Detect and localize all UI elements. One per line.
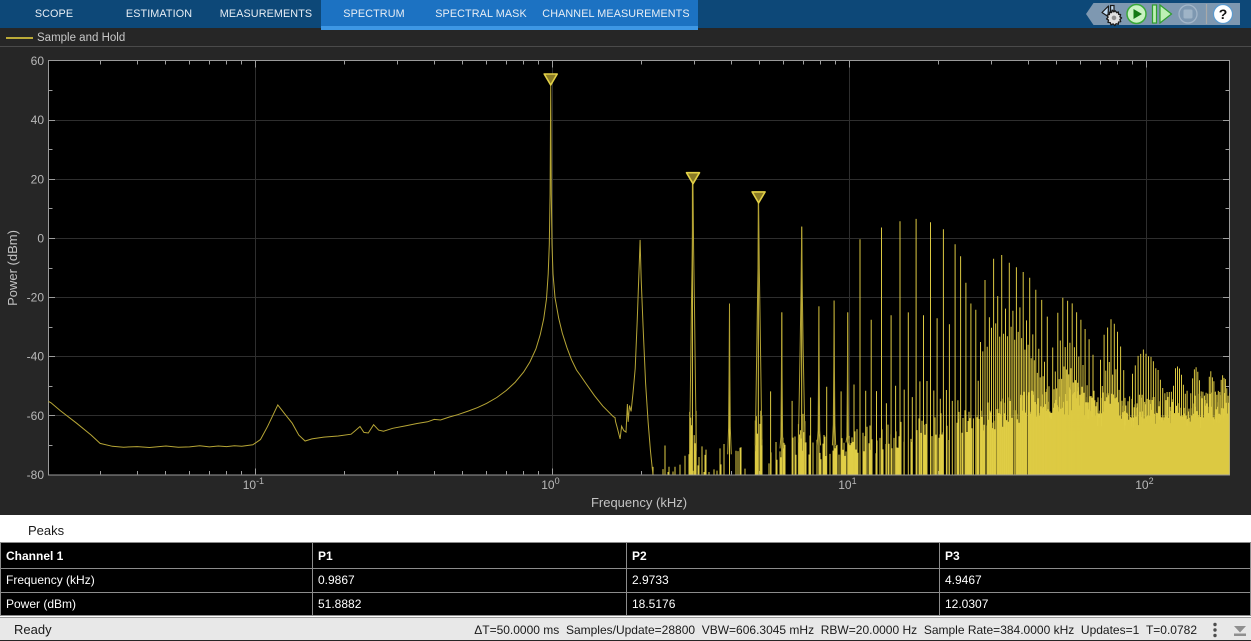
svg-text:0: 0 — [37, 231, 44, 245]
svg-text:Power (dBm): Power (dBm) — [5, 230, 20, 306]
svg-text:-60: -60 — [27, 409, 45, 423]
svg-text:20: 20 — [31, 172, 45, 186]
svg-text:60: 60 — [31, 54, 45, 68]
svg-text:?: ? — [1219, 6, 1228, 22]
svg-text:-20: -20 — [27, 291, 45, 305]
svg-text:Frequency (kHz): Frequency (kHz) — [591, 495, 687, 510]
svg-text:40: 40 — [31, 113, 45, 127]
svg-text:-40: -40 — [27, 350, 45, 364]
svg-text:-80: -80 — [27, 468, 45, 482]
